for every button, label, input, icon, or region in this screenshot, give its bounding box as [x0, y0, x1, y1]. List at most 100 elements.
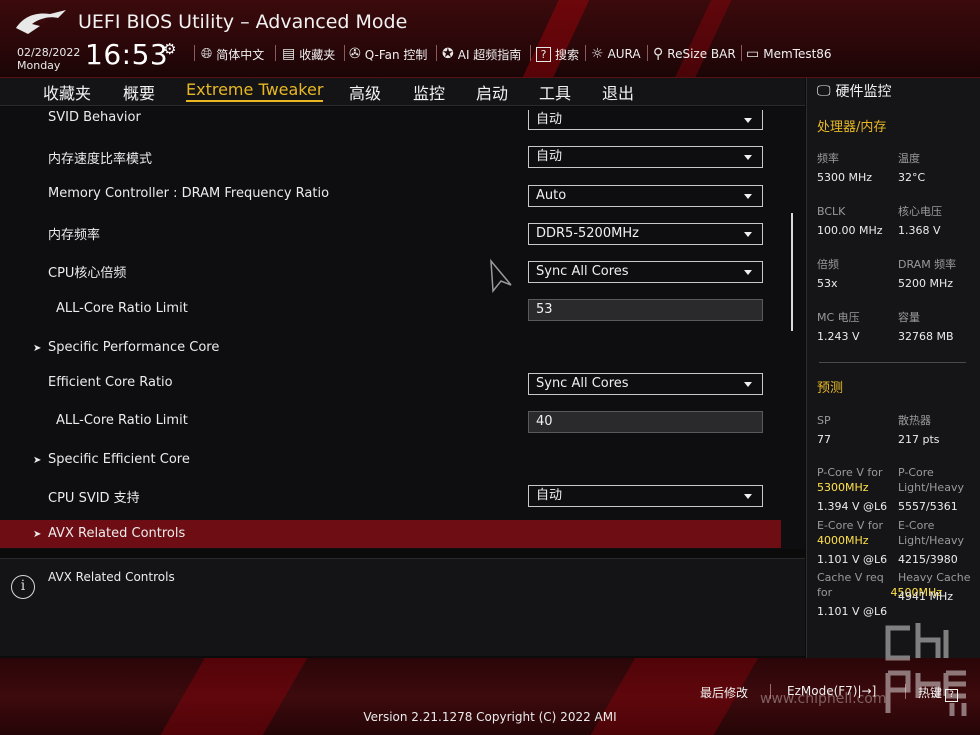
ratio-label: 倍频 — [817, 258, 839, 271]
qfan-label: Q-Fan 控制 — [364, 47, 428, 62]
dropdown-value: DDR5-5200MHz — [536, 226, 639, 241]
hardware-monitor-panel: 🖵︎ 硬件监控 处理器/内存 频率 5300 MHz 温度 32°C BCLK … — [806, 78, 980, 658]
header-bar: UEFI BIOS Utility – Advanced Mode 02/28/… — [0, 0, 980, 78]
last-modified-button[interactable]: 最后修改 — [700, 684, 748, 701]
submenu-arrow-icon: ➤ — [33, 529, 42, 540]
ecore-voltage-label-text: E-Core V for — [817, 519, 884, 532]
help-description: AVX Related Controls — [48, 570, 175, 584]
tab-monitor[interactable]: 监控 — [413, 80, 445, 104]
memory-ratio-mode-dropdown[interactable]: 自动 — [528, 146, 763, 168]
resize-bar-icon: ⚲ — [653, 46, 664, 62]
p-core-ratio-limit-input[interactable]: 53 — [528, 299, 763, 321]
memory-frequency-dropdown[interactable]: DDR5-5200MHz — [528, 223, 763, 245]
clock-display: 16:53 — [85, 38, 169, 71]
svid-behavior-dropdown[interactable]: 自动 — [528, 110, 763, 130]
toolbar-separator — [741, 45, 742, 61]
bclk-label: BCLK — [817, 205, 846, 218]
setting-label: Memory Controller : DRAM Frequency Ratio — [48, 186, 330, 201]
dram-frequency-ratio-dropdown[interactable]: Auto — [528, 185, 763, 207]
ecore-light-heavy-label: E-Core Light/Heavy — [898, 519, 964, 547]
memtest-icon: ▭ — [746, 46, 760, 62]
avx-related-controls-link[interactable]: AVX Related Controls — [48, 526, 185, 541]
pcore-voltage-label: P-Core V for 5300MHz — [817, 465, 882, 495]
tab-extreme-tweaker[interactable]: Extreme Tweaker — [186, 80, 324, 102]
monitor-screen-icon: 🖵︎ — [817, 83, 831, 99]
specific-performance-core-link[interactable]: Specific Performance Core — [48, 340, 219, 355]
submenu-arrow-icon: ➤ — [33, 343, 42, 354]
aura-label: AURA — [607, 47, 641, 61]
info-icon: i — [11, 575, 35, 599]
clock-settings-icon[interactable]: ⚙ — [163, 40, 176, 58]
footer-bar: 最后修改 EzMode(F7)|→] 热键? www.chiphell.com … — [0, 658, 980, 735]
submenu-arrow-icon: ➤ — [33, 455, 42, 466]
chevron-down-icon — [744, 118, 752, 123]
favorites-button[interactable]: ▤ 收藏夹 — [282, 44, 335, 64]
heavy-cache-label: Heavy Cache — [898, 571, 971, 584]
tab-overview[interactable]: 概要 — [123, 80, 155, 104]
app-title: UEFI BIOS Utility – Advanced Mode — [78, 11, 408, 33]
language-button[interactable]: 🌐︎ 简体中文 — [201, 44, 264, 64]
tab-boot[interactable]: 启动 — [476, 80, 508, 104]
qfan-button[interactable]: ✇ Q-Fan 控制 — [349, 44, 427, 64]
toolbar-separator — [585, 45, 586, 61]
favorites-icon: ▤ — [282, 46, 296, 62]
cpu-svid-support-dropdown[interactable]: 自动 — [528, 485, 763, 507]
pcore-voltage-value: 1.394 V @L6 — [817, 500, 888, 513]
chevron-down-icon — [744, 155, 752, 160]
tab-advanced[interactable]: 高级 — [349, 80, 381, 104]
dropdown-value: 自动 — [536, 112, 563, 127]
specific-efficient-core-link[interactable]: Specific Efficient Core — [48, 452, 190, 467]
pcore-voltage-label-text: P-Core V for — [817, 466, 883, 479]
fan-icon: ✇ — [349, 46, 361, 62]
bclk-value: 100.00 MHz — [817, 224, 883, 237]
ratio-value: 53x — [817, 277, 838, 290]
core-voltage-label: 核心电压 — [898, 205, 942, 218]
help-search-icon: ? — [536, 46, 551, 62]
dram-frequency-label: DRAM 频率 — [898, 258, 957, 271]
pcore-light-heavy-label: P-Core Light/Heavy — [898, 466, 964, 494]
mc-voltage-value: 1.243 V — [817, 330, 860, 343]
toolbar-separator — [647, 45, 648, 61]
dropdown-value: Auto — [536, 188, 567, 203]
aura-icon: ☼ — [591, 46, 604, 62]
cpu-core-ratio-dropdown[interactable]: Sync All Cores — [528, 261, 763, 283]
setting-label: CPU SVID 支持 — [48, 491, 140, 506]
tab-favorites[interactable]: 收藏夹 — [43, 80, 91, 104]
chevron-down-icon — [744, 270, 752, 275]
chevron-down-icon — [744, 494, 752, 499]
favorites-label: 收藏夹 — [299, 47, 336, 62]
settings-scrollbar[interactable] — [791, 213, 793, 331]
ai-oc-icon: ✪ — [442, 46, 454, 62]
cpu-temp-label: 温度 — [898, 152, 920, 165]
toolbar-separator — [344, 45, 345, 61]
toolbar-separator — [436, 45, 437, 61]
dropdown-value: Sync All Cores — [536, 376, 629, 391]
ai-oc-label: AI 超频指南 — [457, 47, 522, 62]
dropdown-value: Sync All Cores — [536, 264, 629, 279]
ai-oc-button[interactable]: ✪ AI 超频指南 — [442, 44, 521, 64]
setting-label: SVID Behavior — [48, 110, 141, 125]
monitor-title[interactable]: 🖵︎ 硬件监控 — [817, 81, 892, 101]
date-display: 02/28/2022 — [17, 46, 81, 59]
pcore-voltage-freq: 5300MHz — [817, 481, 869, 494]
setting-label: CPU核心倍频 — [48, 266, 127, 281]
memtest-label: MemTest86 — [763, 47, 832, 61]
toolbar-separator — [194, 45, 195, 61]
settings-panel: SVID Behavior 自动 内存速度比率模式 自动 Memory Cont… — [0, 107, 805, 549]
tab-exit[interactable]: 退出 — [602, 80, 634, 104]
efficient-core-ratio-dropdown[interactable]: Sync All Cores — [528, 373, 763, 395]
pcore-light-heavy-value: 5557/5361 — [898, 500, 958, 513]
core-voltage-value: 1.368 V — [898, 224, 941, 237]
rog-logo-icon — [16, 10, 66, 34]
capacity-label: 容量 — [898, 311, 920, 324]
chevron-down-icon — [744, 232, 752, 237]
monitor-title-label: 硬件监控 — [835, 84, 892, 100]
aura-button[interactable]: ☼ AURA — [591, 44, 641, 64]
monitor-divider — [819, 362, 966, 363]
resize-bar-button[interactable]: ⚲ ReSize BAR — [653, 44, 736, 64]
memtest-button[interactable]: ▭ MemTest86 — [746, 44, 832, 64]
tab-tool[interactable]: 工具 — [539, 80, 571, 104]
search-button[interactable]: ? 搜索 — [536, 44, 579, 64]
ecore-voltage-label: E-Core V for 4000MHz — [817, 518, 883, 548]
e-core-ratio-limit-input[interactable]: 40 — [528, 411, 763, 433]
